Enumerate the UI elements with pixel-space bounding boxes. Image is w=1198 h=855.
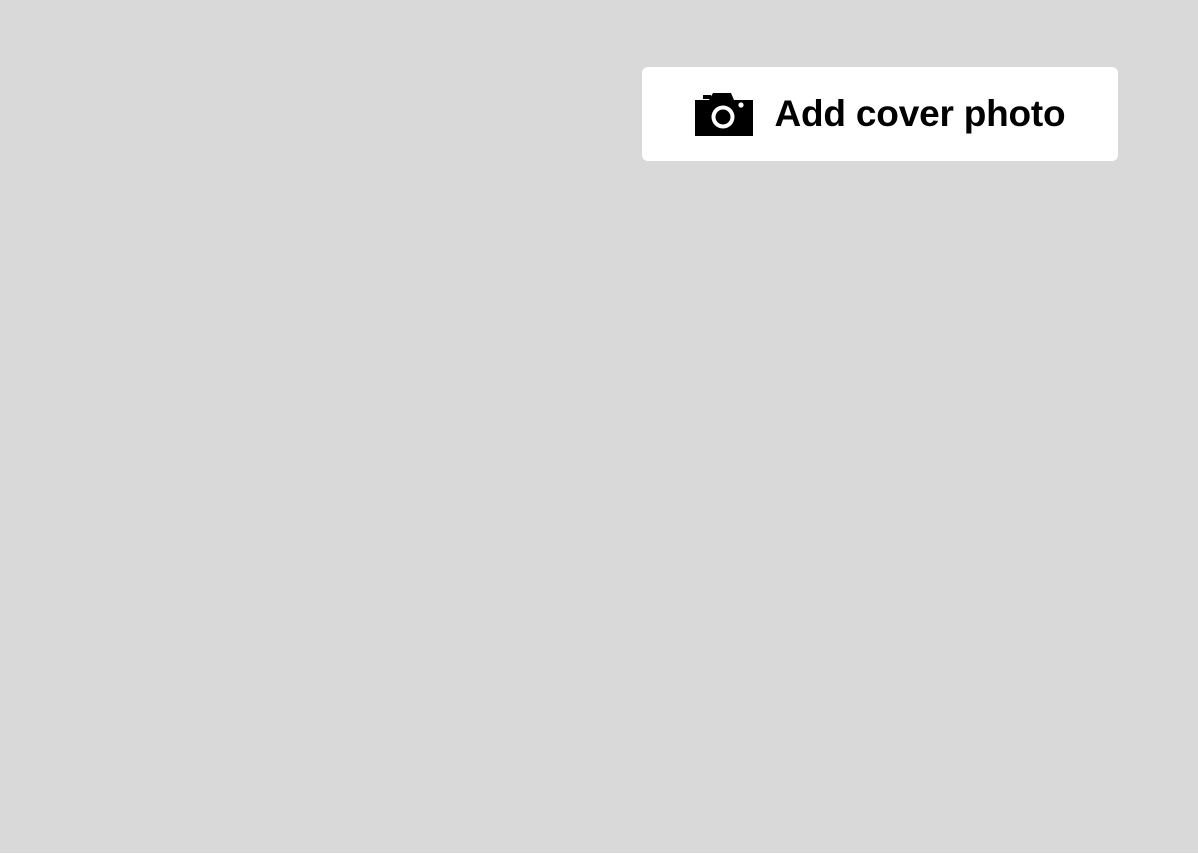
add-cover-photo-button[interactable]: Add cover photo: [642, 67, 1118, 161]
cover-photo-area: Add cover photo: [0, 0, 1198, 853]
camera-icon: [694, 92, 753, 136]
add-cover-photo-label: Add cover photo: [774, 93, 1066, 134]
